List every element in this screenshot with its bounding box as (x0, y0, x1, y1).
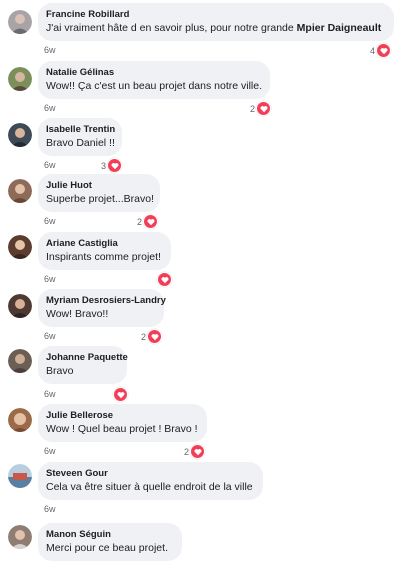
comment-author[interactable]: Steveen Gour (46, 467, 255, 480)
comment-author[interactable]: Julie Huot (46, 179, 152, 192)
comment-author[interactable]: Isabelle Trentin (46, 123, 115, 136)
comment-bubble: Isabelle Trentin Bravo Daniel !! (38, 118, 122, 156)
reaction-count: 2 (141, 331, 147, 342)
comment-author[interactable]: Julie Bellerose (46, 409, 199, 422)
love-reaction-icon (113, 387, 128, 402)
love-reaction-icon (256, 101, 272, 116)
comment-author[interactable]: Francine Robillard (46, 8, 386, 21)
love-reaction-icon (147, 329, 163, 344)
comment-bubble: Julie Huot Superbe projet...Bravo! (38, 174, 160, 212)
avatar[interactable] (8, 349, 32, 373)
comment-text: Bravo Daniel !! (46, 137, 115, 149)
reaction-summary[interactable]: 4 (370, 43, 392, 58)
comment-bubble: Julie Bellerose Wow ! Quel beau projet !… (38, 404, 207, 442)
comment-text: Wow!! Ça c'est un beau projet dans notre… (46, 80, 263, 92)
reaction-summary[interactable] (157, 272, 172, 287)
comment-author[interactable]: Ariane Castiglia (46, 237, 163, 250)
comment-time[interactable]: 6w (44, 45, 56, 55)
comment-text: Inspirants comme projet! (46, 251, 161, 263)
reaction-count: 2 (184, 446, 190, 457)
avatar[interactable] (8, 67, 32, 91)
comment-time[interactable]: 6w (44, 504, 56, 514)
comment-author[interactable]: Johanne Paquette (46, 351, 128, 364)
reaction-count: 2 (250, 103, 256, 114)
comment-text: Superbe projet...Bravo! (46, 193, 154, 205)
comment-bubble: Natalie Gélinas Wow!! Ça c'est un beau p… (38, 61, 270, 99)
reaction-count: 3 (101, 160, 107, 171)
mention-link[interactable]: Mpier Daigneault (297, 22, 382, 34)
comment-time[interactable]: 6w (44, 274, 56, 284)
comment-author[interactable]: Myriam Desrosiers-Landry (46, 294, 166, 307)
reaction-summary[interactable]: 2 (137, 214, 159, 229)
comment-text: Merci pour ce beau projet. (46, 542, 168, 554)
avatar[interactable] (8, 179, 32, 203)
avatar[interactable] (8, 464, 32, 488)
love-reaction-icon (376, 43, 392, 58)
avatar[interactable] (8, 235, 32, 259)
comment-text: Wow! Bravo!! (46, 308, 109, 320)
comment-text: Cela va être situer à quelle endroit de … (46, 481, 253, 493)
comment-bubble: Francine Robillard J'ai vraiment hâte d … (38, 3, 394, 41)
love-reaction-icon (143, 214, 159, 229)
comment-time[interactable]: 6w (44, 389, 56, 399)
comment-time[interactable]: 6w (44, 331, 56, 341)
comment-bubble: Manon Séguin Merci pour ce beau projet. (38, 523, 182, 561)
comment-text: Wow ! Quel beau projet ! Bravo ! (46, 423, 198, 435)
comment-author[interactable]: Natalie Gélinas (46, 66, 262, 79)
love-reaction-icon (157, 272, 172, 287)
love-reaction-icon (107, 158, 123, 173)
comment-bubble: Myriam Desrosiers-Landry Wow! Bravo!! (38, 289, 166, 327)
comment-bubble: Johanne Paquette Bravo (38, 346, 128, 384)
comment-time[interactable]: 6w (44, 216, 56, 226)
reaction-summary[interactable] (113, 387, 128, 402)
comment-time[interactable]: 6w (44, 103, 56, 113)
comment-time[interactable]: 6w (44, 446, 56, 456)
reaction-summary[interactable]: 2 (184, 444, 206, 459)
avatar[interactable] (8, 10, 32, 34)
avatar[interactable] (8, 525, 32, 549)
avatar[interactable] (8, 294, 32, 318)
comment-text: J'ai vraiment hâte d en savoir plus, pou… (46, 22, 382, 34)
comment-bubble: Steveen Gour Cela va être situer à quell… (38, 462, 263, 500)
love-reaction-icon (190, 444, 206, 459)
reaction-summary[interactable]: 2 (250, 101, 272, 116)
reaction-summary[interactable]: 2 (141, 329, 163, 344)
comment-text: Bravo (46, 365, 74, 377)
comment-bubble: Ariane Castiglia Inspirants comme projet… (38, 232, 171, 270)
avatar[interactable] (8, 123, 32, 147)
reaction-count: 4 (370, 45, 376, 56)
avatar[interactable] (8, 408, 32, 432)
comment-time[interactable]: 6w (44, 160, 56, 170)
reaction-count: 2 (137, 216, 143, 227)
comment-author[interactable]: Manon Séguin (46, 528, 174, 541)
reaction-summary[interactable]: 3 (101, 158, 123, 173)
